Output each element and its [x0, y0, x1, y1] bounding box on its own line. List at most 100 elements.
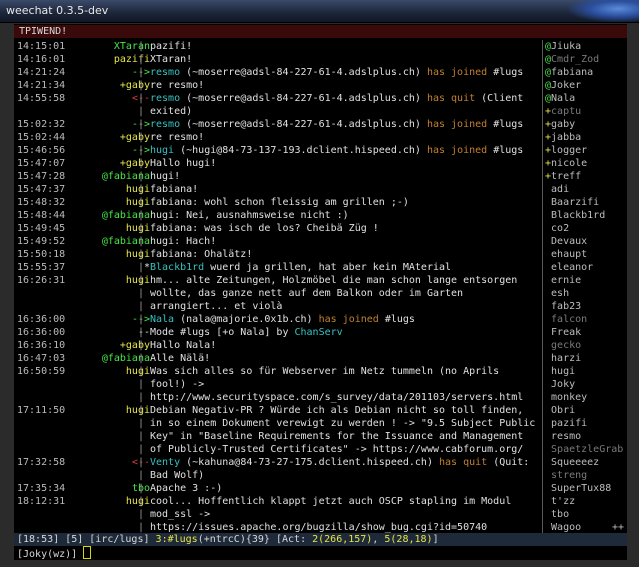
nicklist-item[interactable]: t'zz	[545, 495, 627, 508]
message-text: in so einem Dokument verewigt zu werden …	[150, 418, 536, 429]
nicklist-item[interactable]: tbo	[545, 508, 627, 521]
nick-name: Baarzifi	[551, 197, 600, 208]
nick-name: harzi	[551, 353, 582, 364]
message-text: resmo (~moserre@adsl-84-227-61-4.adslplu…	[150, 92, 523, 105]
nick-name: SuperTux88	[551, 483, 612, 494]
nicklist-item[interactable]: @Jiuka	[545, 40, 627, 53]
nicklist-item[interactable]: +treff	[545, 170, 627, 183]
input-line[interactable]: [Joky(wz)]	[14, 546, 627, 560]
nicklist-item[interactable]: resmo	[545, 430, 627, 443]
nick-name: Devaux	[551, 236, 588, 247]
message-timestamp: 16:50:59	[17, 366, 66, 377]
nick-name: nicole	[551, 158, 588, 169]
message-text: Blackb1rd wuerd ja grillen, hat aber kei…	[150, 261, 451, 274]
message-text: resmo (~moserre@adsl-84-227-61-4.adslplu…	[150, 66, 523, 79]
nicklist-item[interactable]: gecko	[545, 339, 627, 352]
message-text: fabiana: wohl schon fleissig am grillen …	[150, 197, 409, 208]
nicklist-item[interactable]: eleanor	[545, 261, 627, 274]
event-target: #lugs	[487, 145, 524, 156]
nicklist-item[interactable]: esh	[545, 287, 627, 300]
message-timestamp: 15:46:56	[17, 145, 66, 156]
nicklist-item[interactable]: @Cmdr_Zod	[545, 53, 627, 66]
nicklist-item[interactable]: hugi	[545, 365, 627, 378]
nicklist-item[interactable]: @Joker	[545, 79, 627, 92]
nick-name: ernie	[551, 275, 582, 286]
nicklist-item[interactable]: @fabiana	[545, 66, 627, 79]
nick-name: Cmdr_Zod	[551, 54, 600, 65]
message-timestamp: 16:47:03	[17, 353, 66, 364]
nicklist-item[interactable]: adi	[545, 183, 627, 196]
chat-line: 15:46:56 --> | hugi (~hugi@84-73-137-193.dc…	[14, 144, 541, 157]
nick-name: co2	[551, 223, 570, 234]
nicklist-item[interactable]: +nicole	[545, 157, 627, 170]
event-target: #lugs	[487, 67, 524, 78]
event-target: #lugs	[487, 119, 524, 130]
message-timestamp: 15:49:45	[17, 223, 66, 234]
nicklist-item[interactable]: +jabba	[545, 131, 627, 144]
message-text: fool!) ->	[150, 379, 205, 390]
chat-line: 15:47:28 @fabiana | hugi!	[14, 170, 541, 183]
terminal: TPIWEND! 14:15:01 XTaran | pazifi! 14:16:01 p…	[14, 24, 627, 560]
nicklist-item[interactable]: streng	[545, 469, 627, 482]
chat-line: | in so einem Dokument verewigt zu werden…	[14, 417, 541, 430]
event-host: (~moserre@adsl-84-227-61-4.adslplus.ch)	[180, 119, 427, 130]
nicklist-item[interactable]: +captu	[545, 105, 627, 118]
nicklist-item[interactable]: Freak	[545, 326, 627, 339]
nicklist-item[interactable]: co2	[545, 222, 627, 235]
event-verb: has joined	[426, 119, 488, 130]
chat-line: 17:32:58 <-- | Venty (~kahuna@84-73-27-175.…	[14, 456, 541, 469]
nicklist-item[interactable]: @Nala	[545, 92, 627, 105]
nick-name: Joker	[551, 80, 582, 91]
message-text: XTaran!	[150, 54, 193, 65]
nicklist-item[interactable]: Baarzifi	[545, 196, 627, 209]
message-separator: |	[138, 80, 145, 91]
chat-line: 16:26:31 hugi | hm... alte Zeitungen, Holzm…	[14, 274, 541, 287]
nick-name: Freak	[551, 327, 582, 338]
event-verb: has joined	[426, 145, 488, 156]
message-separator: |	[138, 41, 145, 52]
message-timestamp: 14:21:34	[17, 80, 66, 91]
nicklist-item[interactable]: pazifi	[545, 417, 627, 430]
nicklist-item[interactable]: fab23	[545, 300, 627, 313]
message-text: exited)	[150, 106, 193, 117]
nicklist-item[interactable]: +gaby	[545, 118, 627, 131]
nicklist-item[interactable]: falcon	[545, 313, 627, 326]
action-nick: Blackb1rd	[150, 262, 205, 273]
nicklist[interactable]: @Jiuka @Cmdr_Zod @fabiana @Joker @Nala +captu…	[545, 40, 627, 534]
message-separator: |	[138, 509, 145, 520]
chat-buffer[interactable]: 14:15:01 XTaran | pazifi! 14:16:01 pazifi | XTa…	[14, 40, 541, 534]
chat-line: | mod_ssl ->	[14, 508, 541, 521]
message-timestamp: 15:47:28	[17, 171, 66, 182]
message-text: Bad Wolf)	[150, 470, 205, 481]
status-activity-end: ]	[432, 534, 439, 545]
nick-name: resmo	[551, 431, 582, 442]
nicklist-item[interactable]: Obri	[545, 404, 627, 417]
nicklist-item[interactable]: ernie	[545, 274, 627, 287]
nicklist-item[interactable]: Squeeeez	[545, 456, 627, 469]
nicklist-item[interactable]: Blackb1rd	[545, 209, 627, 222]
nick-name: t'zz	[551, 496, 576, 507]
nicklist-item[interactable]: Joky	[545, 378, 627, 391]
nicklist-item[interactable]: SpaetzleGrab	[545, 443, 627, 456]
nick-name: falcon	[551, 314, 588, 325]
nicklist-item[interactable]: harzi	[545, 352, 627, 365]
nicklist-item[interactable]: monkey	[545, 391, 627, 404]
chat-line: 16:36:10 +gaby | Hallo Nala!	[14, 339, 541, 352]
nicklist-item[interactable]: Devaux	[545, 235, 627, 248]
nick-name: Blackb1rd	[551, 210, 606, 221]
message-text: fabiana!	[150, 184, 199, 195]
nicklist-item[interactable]: ehaupt	[545, 248, 627, 261]
event-host: (~kahuna@84-73-27-175.dclient.hispeed.ch…	[180, 457, 439, 468]
nicklist-item[interactable]: +logger	[545, 144, 627, 157]
message-separator: |	[138, 93, 145, 104]
message-separator: |	[138, 236, 145, 247]
window-titlebar[interactable]: weechat 0.3.5-dev	[0, 0, 639, 23]
chat-line: 18:12:31 hugi | cool... Hoffentlich klappt …	[14, 495, 541, 508]
window-title: weechat 0.3.5-dev	[6, 4, 109, 17]
nicklist-item[interactable]: SuperTux88	[545, 482, 627, 495]
message-timestamp: 18:12:31	[17, 496, 66, 507]
nick-name: tbo	[551, 509, 570, 520]
input-cursor[interactable]	[83, 546, 92, 559]
message-text: hugi!	[150, 171, 181, 182]
message-text: hugi: Hach!	[150, 236, 217, 247]
